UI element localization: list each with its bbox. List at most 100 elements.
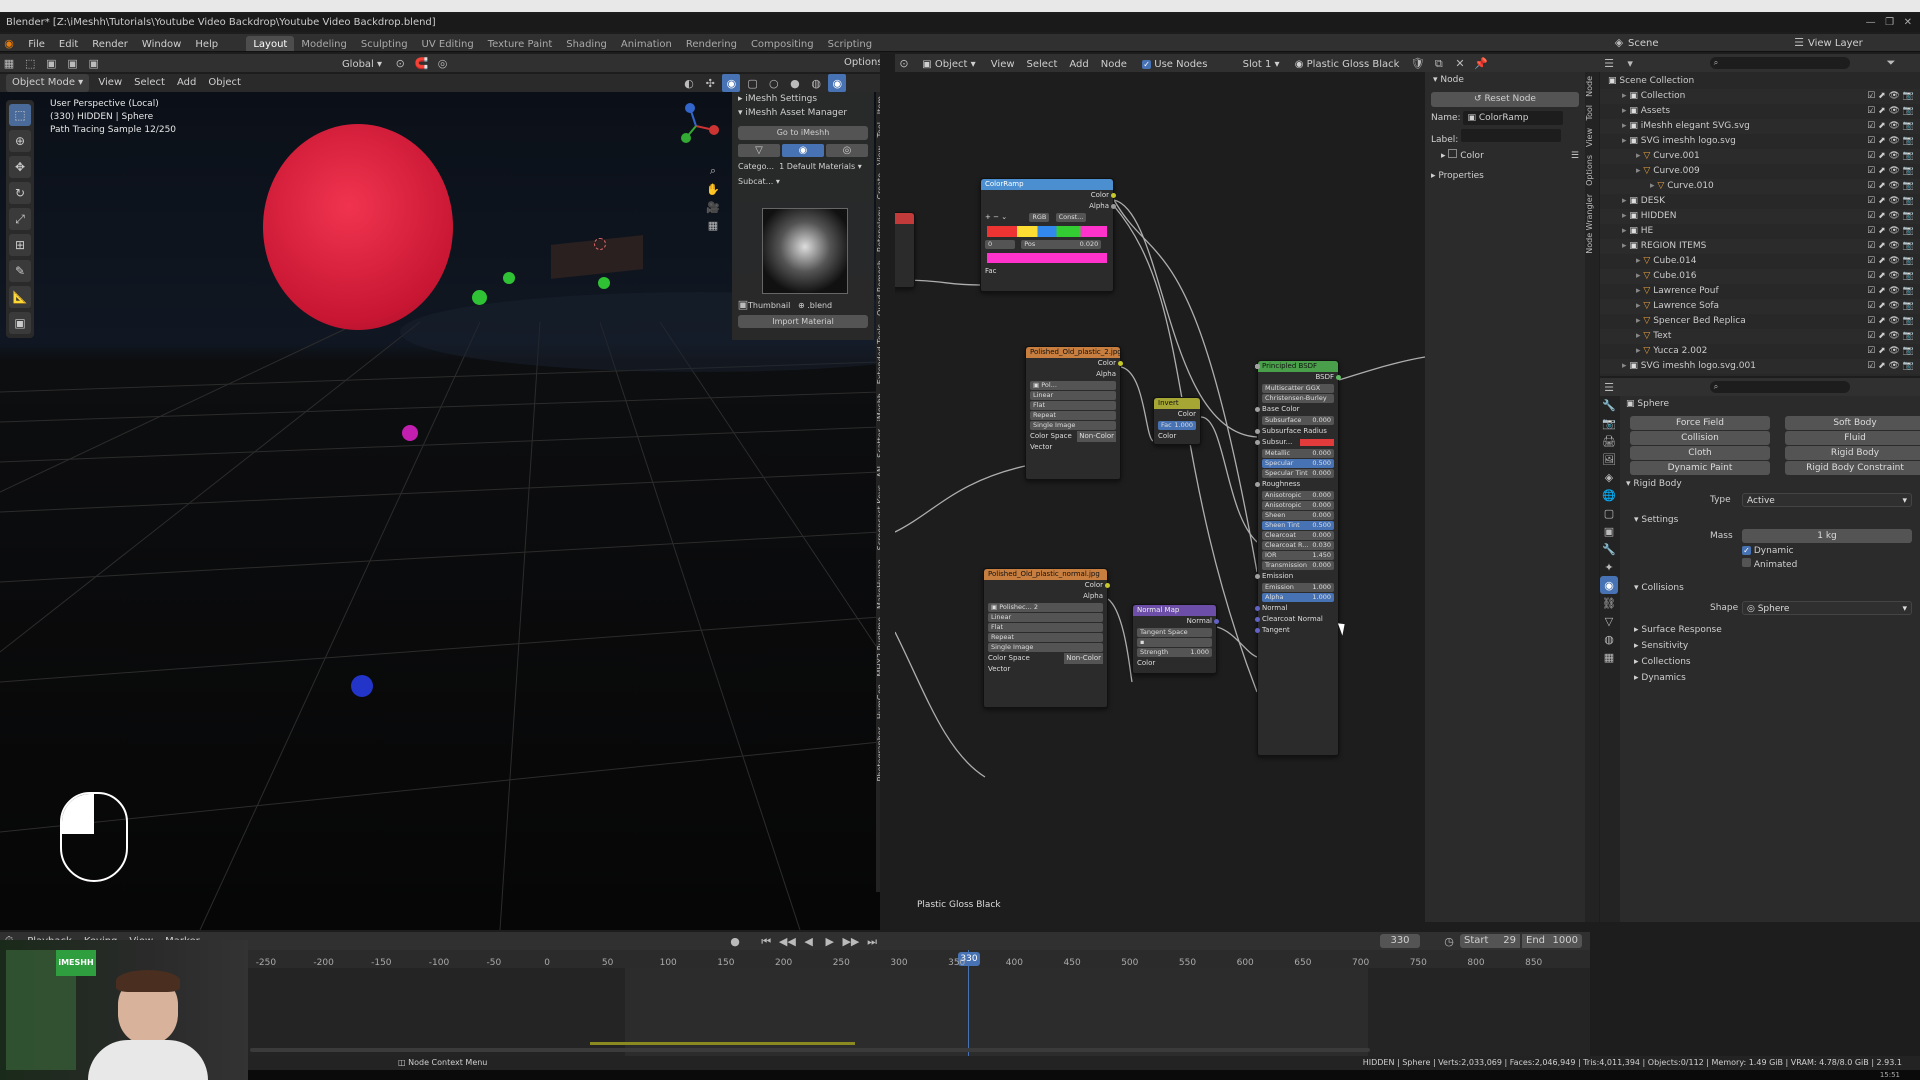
navigation-gizmo[interactable]	[670, 100, 722, 152]
imeshh-asset-manager-header[interactable]: ▾ iMeshh Asset Manager	[732, 106, 874, 120]
node-editor-canvas[interactable]: ColorRamp Color Alpha + − ⌄ RGB Const...…	[895, 72, 1425, 922]
material-thumbnail[interactable]	[762, 208, 848, 294]
rigid-body-header[interactable]: ▾ Rigid Body	[1620, 476, 1920, 492]
bsdf-input-sheen[interactable]: Sheen 0.000	[1255, 364, 1334, 520]
texture-tab-icon[interactable]: ▦	[1600, 648, 1618, 666]
node-sidebar-tab-node-wrangler[interactable]: Node Wrangler	[1585, 190, 1594, 258]
start-frame-field[interactable]: Start 29	[1460, 934, 1520, 948]
blender-logo-icon[interactable]: ◉	[0, 34, 18, 51]
viewport-menu-object[interactable]: Object	[202, 74, 247, 92]
socket[interactable]	[1255, 429, 1260, 434]
colorramp-node[interactable]: ColorRamp Color Alpha + − ⌄ RGB Const...…	[980, 178, 1116, 292]
stop-index-field[interactable]: 0	[985, 240, 1015, 249]
prev-key-icon[interactable]: ◀◀	[778, 932, 796, 950]
scene-selector[interactable]: ◈ Scene	[1610, 34, 1659, 51]
add-stop-icon[interactable]: +	[985, 213, 991, 221]
outliner-item[interactable]: ▸ ▽ Yucca 2.002 ☑ ⬈ 👁 📷	[1600, 344, 1920, 359]
viewport-tab-item[interactable]: Item	[876, 92, 880, 118]
viewport-tab-makehuman[interactable]: MakeHuman	[876, 555, 880, 613]
tool-tab-icon[interactable]: 🔧	[1600, 396, 1618, 414]
projection-dropdown[interactable]: Flat	[988, 623, 1103, 632]
shape-dropdown[interactable]: ◎ Sphere ▾	[1742, 601, 1912, 615]
blue-ball[interactable]	[351, 675, 373, 697]
bsdf-input-specular-tint[interactable]: Specular Tint 0.000	[1255, 364, 1334, 478]
bsdf-input-normal[interactable]: Normal	[1255, 603, 1338, 614]
physics-tab-icon[interactable]: ◉	[1600, 576, 1618, 594]
chevron-down-icon[interactable]: ⌄	[1001, 213, 1007, 221]
socket[interactable]	[1111, 204, 1116, 209]
outliner-item[interactable]: ▸ ▽ Cube.016 ☑ ⬈ 👁 📷	[1600, 269, 1920, 284]
materials-icon[interactable]: ◉	[782, 144, 824, 157]
annotate-tool-icon[interactable]: ✎	[9, 260, 31, 282]
bsdf-input-clearcoat[interactable]: Clearcoat 0.000	[1255, 364, 1334, 540]
playhead-line[interactable]	[968, 950, 969, 1060]
import-material-button[interactable]: Import Material	[738, 315, 868, 328]
viewport-tab-an[interactable]: AN	[876, 462, 880, 481]
material-tab-icon[interactable]: ◍	[1600, 630, 1618, 648]
physics-collision-button[interactable]: Collision	[1630, 431, 1770, 445]
offscreen-node[interactable]	[895, 212, 915, 288]
visibility-toggles[interactable]: ☑ ⬈ 👁 📷	[1867, 254, 1914, 269]
subpanel-collections[interactable]: ▸ Collections	[1620, 654, 1920, 670]
menu-edit[interactable]: Edit	[52, 36, 85, 52]
settings-subpanel[interactable]: ▾ Settings	[1620, 512, 1920, 528]
measure-tool-icon[interactable]: 📐	[9, 286, 31, 308]
render-tab-icon[interactable]: 📷	[1600, 414, 1618, 432]
jump-start-icon[interactable]: ⏮	[757, 933, 775, 951]
output-tab-icon[interactable]: 🖨	[1600, 432, 1618, 450]
viewport-menu-add[interactable]: Add	[171, 74, 202, 92]
outliner-item[interactable]: ▸ ▽ Curve.009 ☑ ⬈ 👁 📷	[1600, 164, 1920, 179]
play-icon[interactable]: ▶	[821, 932, 839, 950]
proportional-icon[interactable]: ◎	[434, 54, 452, 72]
socket[interactable]	[1336, 375, 1341, 380]
socket[interactable]	[1118, 361, 1123, 366]
invert-node[interactable]: Invert Color Fac 1.000 Color	[1153, 397, 1201, 445]
visibility-toggles[interactable]: ☑ ⬈ 👁 📷	[1867, 284, 1914, 299]
socket[interactable]	[1255, 574, 1260, 579]
viewport-tab-imeshh[interactable]: iMeshh	[876, 389, 880, 425]
stop-color-swatch[interactable]	[987, 253, 1107, 263]
outliner-item[interactable]: ▸ ▽ Text ☑ ⬈ 👁 📷	[1600, 329, 1920, 344]
socket[interactable]	[1255, 482, 1260, 487]
socket[interactable]	[1255, 440, 1260, 445]
outliner-item[interactable]: ▸ ▣ HE ☑ ⬈ 👁 📷	[1600, 224, 1920, 239]
subpanel-sensitivity[interactable]: ▸ Sensitivity	[1620, 638, 1920, 654]
add-cube-tool-icon[interactable]: ▣	[9, 312, 31, 334]
socket[interactable]	[1255, 364, 1260, 369]
pan-hand-icon[interactable]: ✋	[704, 180, 722, 198]
shader-type-dropdown[interactable]: ▣ Object ▾	[916, 56, 981, 73]
socket[interactable]	[1255, 628, 1260, 633]
bsdf-input-ior[interactable]: IOR 1.450	[1255, 364, 1334, 560]
colorspace-row[interactable]: Color Space Non-Color	[984, 653, 1107, 664]
editor-type-icon[interactable]: ▦	[0, 54, 18, 72]
category-row[interactable]: Catego... 1 Default Materials ▾	[738, 161, 868, 173]
node-menu-select[interactable]: Select	[1021, 56, 1064, 73]
unlink-icon[interactable]: ✕	[1451, 54, 1469, 72]
socket[interactable]	[1255, 617, 1260, 622]
color-gradient-bar[interactable]	[987, 226, 1107, 237]
subpanel-dynamics[interactable]: ▸ Dynamics	[1620, 670, 1920, 686]
visibility-toggles[interactable]: ☑ ⬈ 👁 📷	[1867, 134, 1914, 149]
outliner-item[interactable]: ▸ ▽ Curve.001 ☑ ⬈ 👁 📷	[1600, 149, 1920, 164]
transform-orientation[interactable]: Global ▾	[336, 56, 388, 73]
bsdf-input-tangent[interactable]: Tangent	[1255, 625, 1338, 636]
end-frame-field[interactable]: End 1000	[1522, 934, 1582, 948]
jump-end-icon[interactable]: ⏭	[863, 933, 881, 951]
outliner-item[interactable]: ▸ ▽ Lawrence Pouf ☑ ⬈ 👁 📷	[1600, 284, 1920, 299]
visibility-toggles[interactable]: ☑ ⬈ 👁 📷	[1867, 344, 1914, 359]
viewport-tab-humgen[interactable]: HumGen	[876, 680, 880, 723]
node-section-header[interactable]: ▾ Node	[1425, 72, 1585, 88]
menu-help[interactable]: Help	[188, 36, 225, 52]
bsdf-input-sheen-tint[interactable]: Sheen Tint 0.500	[1255, 364, 1334, 530]
workspace-tab-compositing[interactable]: Compositing	[744, 36, 821, 52]
image-selector[interactable]: ▣ Polishec... 2	[988, 603, 1103, 612]
visibility-icon[interactable]: ◐	[680, 74, 698, 92]
wireframe-shading-icon[interactable]: ○	[765, 74, 783, 92]
visibility-toggles[interactable]: ☑ ⬈ 👁 📷	[1867, 89, 1914, 104]
workspace-tab-sculpting[interactable]: Sculpting	[354, 36, 415, 52]
data-tab-icon[interactable]: ▽	[1600, 612, 1618, 630]
bsdf-input-alpha[interactable]: Alpha 1.000	[1255, 364, 1334, 602]
mode-subtract-icon[interactable]: ▣	[85, 54, 103, 72]
bsdf-input-emission[interactable]: Emission 1.000	[1255, 364, 1334, 592]
rotate-tool-icon[interactable]: ↻	[9, 182, 31, 204]
